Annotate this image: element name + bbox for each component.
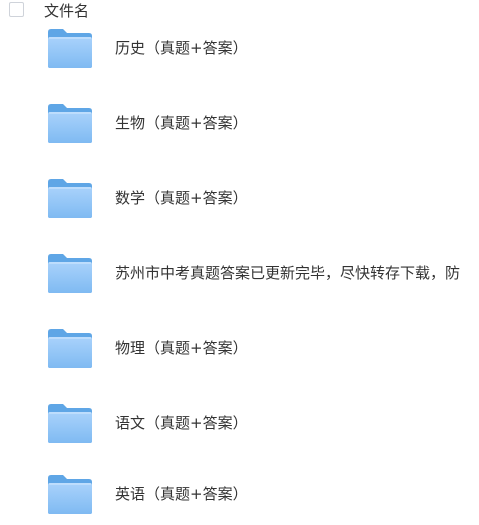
file-name[interactable]: 生物（真题+答案）	[115, 112, 248, 134]
file-row[interactable]: 英语（真题+答案）	[0, 464, 479, 524]
folder-icon	[46, 472, 94, 516]
file-name[interactable]: 语文（真题+答案）	[115, 412, 248, 434]
file-name[interactable]: 英语（真题+答案）	[115, 483, 248, 505]
file-name[interactable]: 物理（真题+答案）	[115, 337, 248, 359]
file-browser: 文件名 历史（真题+答案） 生物（真题+答案） 数学（真题+答案） 苏州市中考真…	[0, 0, 479, 525]
file-name[interactable]: 数学（真题+答案）	[115, 187, 248, 209]
file-row[interactable]: 数学（真题+答案）	[0, 168, 479, 228]
file-row[interactable]: 生物（真题+答案）	[0, 93, 479, 153]
folder-icon	[46, 326, 94, 370]
file-name[interactable]: 苏州市中考真题答案已更新完毕，尽快转存下载，防	[115, 262, 460, 284]
folder-icon	[46, 401, 94, 445]
folder-icon	[46, 251, 94, 295]
folder-icon	[46, 176, 94, 220]
folder-icon	[46, 26, 94, 70]
file-row[interactable]: 语文（真题+答案）	[0, 393, 479, 453]
file-row[interactable]: 物理（真题+答案）	[0, 318, 479, 378]
file-row[interactable]: 历史（真题+答案）	[0, 18, 479, 78]
file-list: 历史（真题+答案） 生物（真题+答案） 数学（真题+答案） 苏州市中考真题答案已…	[0, 0, 479, 525]
file-row[interactable]: 苏州市中考真题答案已更新完毕，尽快转存下载，防	[0, 243, 479, 303]
folder-icon	[46, 101, 94, 145]
file-name[interactable]: 历史（真题+答案）	[115, 37, 248, 59]
